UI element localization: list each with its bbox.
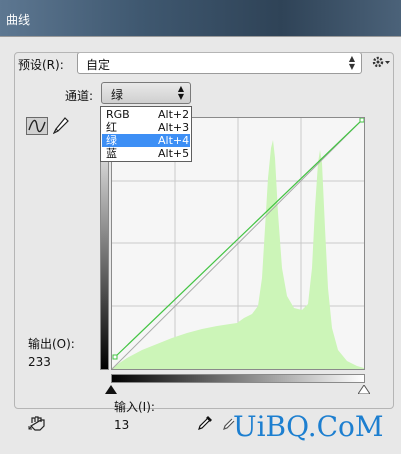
channel-menu-item-red[interactable]: 红 Alt+3	[102, 121, 190, 134]
menu-item-name: 蓝	[106, 147, 117, 160]
curve-wave-icon	[28, 119, 46, 133]
on-image-adjust-hand-icon[interactable]	[28, 414, 50, 432]
white-point-slider-icon[interactable]	[358, 385, 370, 394]
menu-item-shortcut: Alt+2	[158, 108, 190, 121]
curve-point-end[interactable]	[359, 117, 365, 123]
curve-tool-button[interactable]	[26, 117, 48, 135]
menu-item-name: RGB	[106, 108, 130, 121]
menu-item-name: 红	[106, 121, 117, 134]
input-label: 输入(I):	[114, 400, 155, 414]
channel-select[interactable]: 绿 ▲ ▼	[101, 82, 191, 104]
channel-menu-item-green[interactable]: 绿 Alt+4	[102, 134, 190, 147]
input-value[interactable]: 13	[114, 418, 129, 432]
select-arrows-icon: ▲ ▼	[177, 84, 184, 101]
output-label: 输出(O):	[28, 337, 75, 351]
window-title: 曲线	[6, 13, 31, 27]
black-eyedropper-icon[interactable]	[197, 415, 213, 431]
menu-item-shortcut: Alt+3	[158, 121, 190, 134]
menu-item-shortcut: Alt+4	[158, 134, 190, 147]
window-titlebar: 曲线	[0, 0, 401, 36]
curve-point-start[interactable]	[112, 354, 118, 360]
black-point-slider-icon[interactable]	[105, 385, 117, 394]
input-gradient-bar	[111, 374, 365, 383]
pencil-icon[interactable]	[53, 117, 69, 135]
menu-item-name: 绿	[106, 134, 117, 147]
watermark-text: UiBQ.CoM	[233, 410, 384, 443]
channel-menu-item-rgb[interactable]: RGB Alt+2	[102, 108, 190, 121]
channel-menu-item-blue[interactable]: 蓝 Alt+5	[102, 147, 190, 160]
channel-value: 绿	[111, 88, 124, 102]
channel-label: 通道:	[65, 89, 94, 103]
channel-dropdown-menu: RGB Alt+2 红 Alt+3 绿 Alt+4 蓝 Alt+5	[100, 106, 192, 162]
menu-item-shortcut: Alt+5	[158, 147, 190, 160]
output-value[interactable]: 233	[28, 355, 51, 369]
